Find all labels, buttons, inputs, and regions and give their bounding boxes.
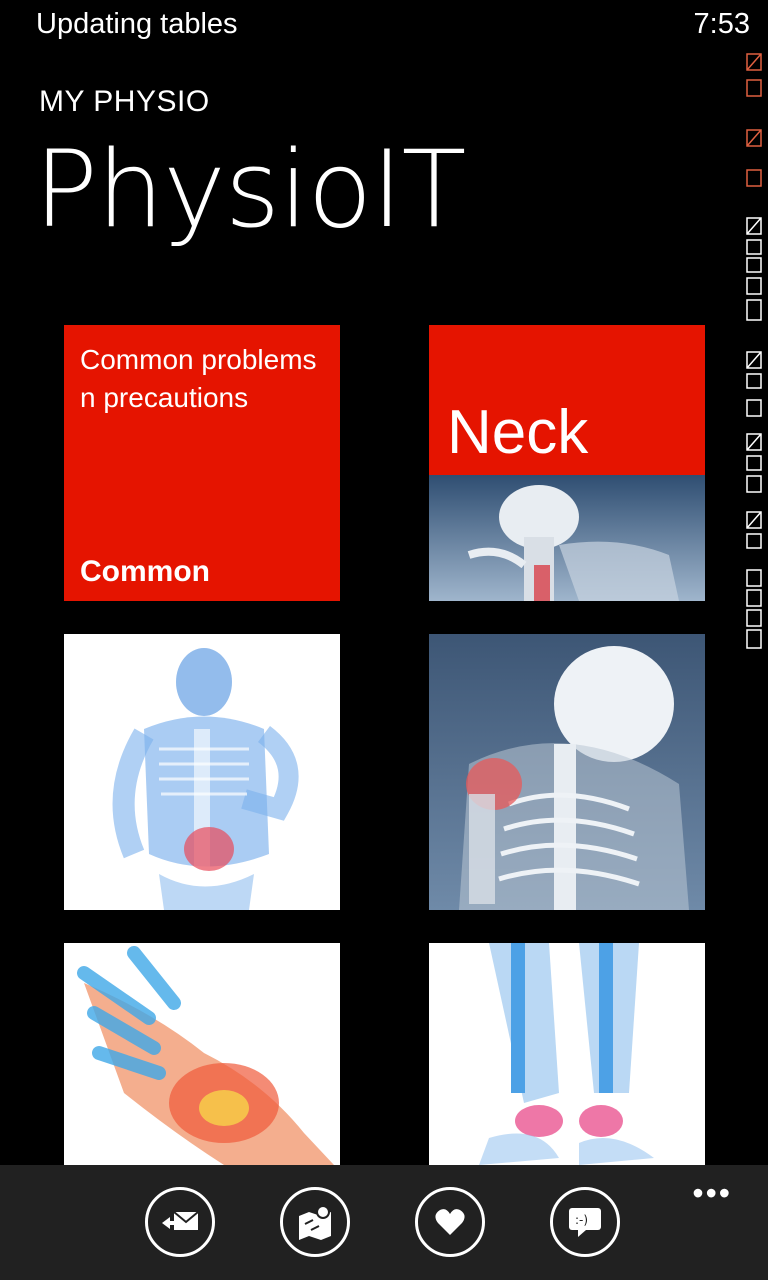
hand-image — [64, 943, 340, 1165]
tile-legs[interactable] — [429, 943, 705, 1165]
tile-back[interactable] — [64, 634, 340, 910]
tile-neck-name: Neck — [447, 398, 589, 467]
tile-common-description: Common problems n precautions — [80, 344, 317, 413]
more-button[interactable]: ••• — [692, 1175, 732, 1212]
mail-reply-icon — [162, 1211, 199, 1230]
page-title: PhysioIT — [34, 128, 466, 251]
tile-common-name: Common — [80, 555, 210, 588]
mail-reply-button[interactable] — [145, 1187, 215, 1257]
shoulder-skeleton-image — [429, 634, 705, 910]
back-skeleton-image — [64, 634, 340, 910]
app-subtitle: MY PHYSIO — [39, 85, 210, 118]
heart-icon — [435, 1209, 465, 1235]
svg-text::-): :-) — [575, 1213, 588, 1227]
tile-shoulder[interactable] — [429, 634, 705, 910]
tile-common[interactable]: Common problems n precautions Common — [64, 325, 340, 601]
status-text: Updating tables — [36, 8, 238, 40]
tile-hand[interactable] — [64, 943, 340, 1165]
application-bar: :-) ••• — [0, 1165, 768, 1280]
feedback-button[interactable]: :-) — [550, 1187, 620, 1257]
tile-neck[interactable]: Neck — [429, 325, 705, 601]
favorite-button[interactable] — [415, 1187, 485, 1257]
neck-skeleton-image — [429, 475, 705, 601]
chat-smiley-icon: :-) — [569, 1208, 601, 1237]
status-time: 7:53 — [693, 8, 750, 40]
memory-counter — [744, 50, 766, 660]
map-icon — [299, 1205, 331, 1240]
legs-image — [429, 943, 705, 1165]
map-button[interactable] — [280, 1187, 350, 1257]
